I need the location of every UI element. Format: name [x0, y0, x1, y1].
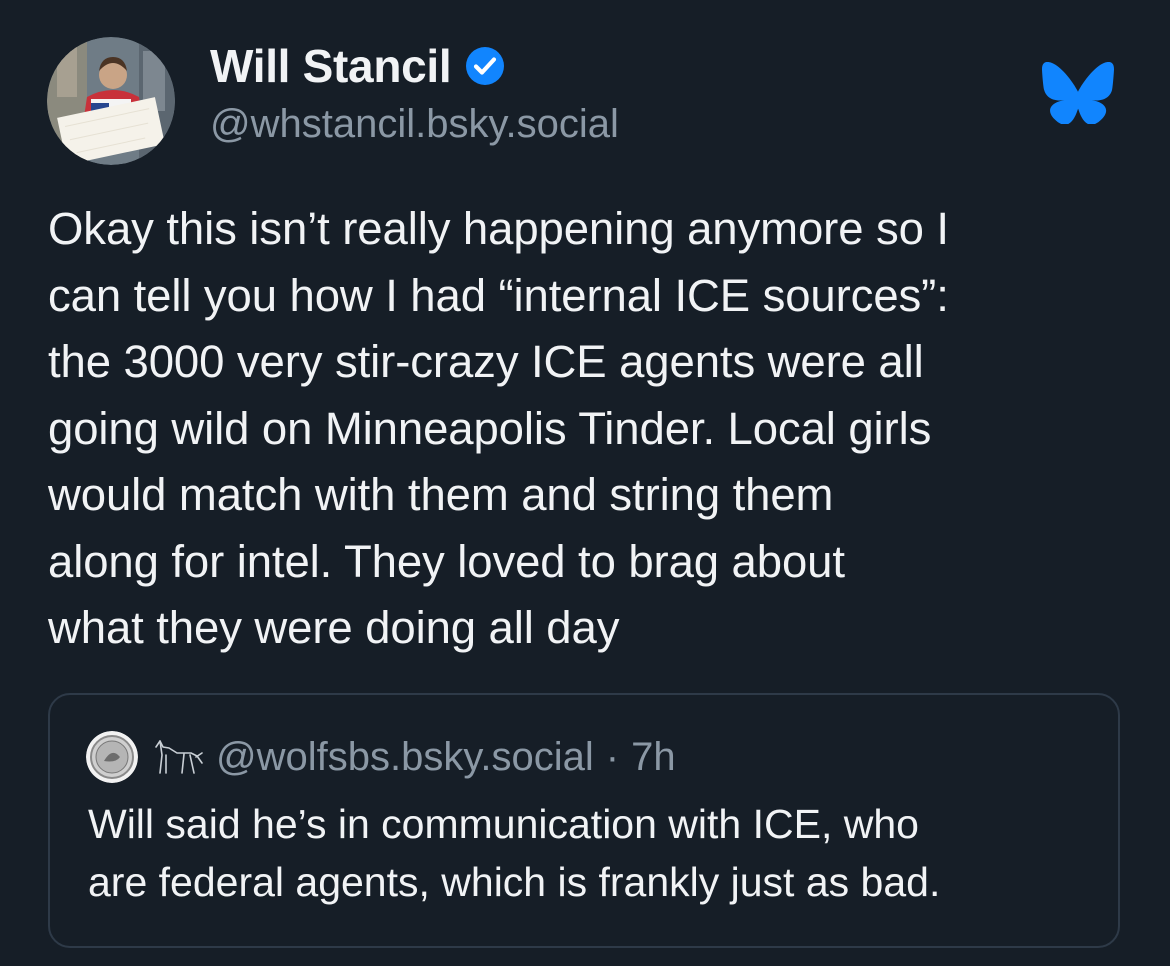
quoted-author-avatar[interactable] — [86, 731, 138, 783]
quoted-post-timestamp[interactable]: 7h — [631, 735, 676, 780]
author-handle[interactable]: @whstancil.bsky.social — [210, 102, 619, 147]
quoted-post-text: Will said he’s in communication with ICE… — [88, 801, 941, 905]
post-body-text: Okay this isn’t really happening anymore… — [48, 203, 949, 653]
verified-check-icon — [465, 46, 505, 86]
author-name-row: Will Stancil — [210, 36, 505, 96]
author-avatar[interactable] — [47, 37, 175, 165]
quoted-post-card[interactable]: @wolfsbs.bsky.social · 7h Will said he’s… — [48, 693, 1120, 948]
post-card: Will Stancil @whstancil.bsky.social Okay… — [0, 0, 1170, 966]
coin-avatar-image — [86, 731, 138, 783]
quoted-author-handle[interactable]: @wolfsbs.bsky.social — [216, 735, 594, 780]
avatar-photo — [47, 37, 175, 165]
bluesky-butterfly-icon[interactable] — [1042, 61, 1114, 125]
quoted-post-header: @wolfsbs.bsky.social · 7h — [86, 731, 676, 783]
wolf-icon — [150, 737, 204, 777]
quoted-post-separator: · — [605, 734, 620, 779]
author-display-name[interactable]: Will Stancil — [210, 39, 452, 93]
